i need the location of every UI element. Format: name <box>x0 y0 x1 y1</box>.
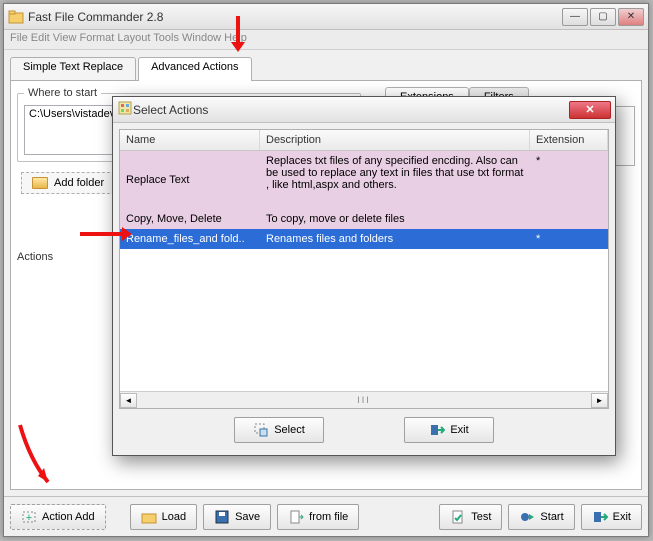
load-label: Load <box>162 511 186 523</box>
column-name[interactable]: Name <box>120 130 260 150</box>
scroll-left-button[interactable]: ◄ <box>120 393 137 408</box>
disk-icon <box>214 509 230 525</box>
cell-name: Rename_files_and fold.. <box>120 229 260 249</box>
listview-body: Replace Text Replaces txt files of any s… <box>120 151 608 391</box>
from-file-label: from file <box>309 511 348 523</box>
exit-icon <box>592 509 608 525</box>
cell-desc: Renames files and folders <box>260 229 530 249</box>
dialog-icon <box>117 100 133 119</box>
import-icon <box>288 509 304 525</box>
cell-ext <box>530 209 608 217</box>
cell-name: Replace Text <box>120 151 260 209</box>
titlebar: Fast File Commander 2.8 — ▢ ✕ <box>4 4 648 30</box>
minimize-button[interactable]: — <box>562 8 588 26</box>
column-description[interactable]: Description <box>260 130 530 150</box>
bottom-toolbar: + Action Add Load Save from file Test St… <box>4 496 648 536</box>
start-label: Start <box>540 511 563 523</box>
close-button[interactable]: ✕ <box>618 8 644 26</box>
select-label: Select <box>274 424 305 436</box>
cell-desc: To copy, move or delete files <box>260 209 530 229</box>
exit-label: Exit <box>613 511 631 523</box>
select-button[interactable]: Select <box>234 417 324 443</box>
action-add-button[interactable]: + Action Add <box>10 504 106 530</box>
folder-open-icon <box>141 509 157 525</box>
tab-advanced-actions[interactable]: Advanced Actions <box>138 57 251 81</box>
app-icon <box>8 9 24 25</box>
document-check-icon <box>450 509 466 525</box>
scroll-track[interactable]: III <box>137 395 591 405</box>
where-to-start-legend: Where to start <box>24 87 101 99</box>
window-controls: — ▢ ✕ <box>562 8 644 26</box>
gear-play-icon <box>519 509 535 525</box>
save-label: Save <box>235 511 260 523</box>
cell-desc: Replaces txt files of any specified encd… <box>260 151 530 195</box>
cell-name: Copy, Move, Delete <box>120 209 260 229</box>
cell-ext: * <box>530 229 608 249</box>
dialog-exit-button[interactable]: Exit <box>404 417 494 443</box>
actions-listview[interactable]: Name Description Extension Replace Text … <box>119 129 609 409</box>
list-row-selected[interactable]: Rename_files_and fold.. Renames files an… <box>120 229 608 249</box>
start-button[interactable]: Start <box>508 504 574 530</box>
load-button[interactable]: Load <box>130 504 197 530</box>
select-actions-dialog: Select Actions ✕ Name Description Extens… <box>112 96 616 456</box>
action-add-label: Action Add <box>42 511 95 523</box>
list-row[interactable]: Copy, Move, Delete To copy, move or dele… <box>120 209 608 229</box>
dialog-exit-label: Exit <box>450 424 468 436</box>
scroll-right-button[interactable]: ► <box>591 393 608 408</box>
exit-button[interactable]: Exit <box>581 504 642 530</box>
add-folder-label: Add folder <box>54 177 104 189</box>
exit-icon <box>429 422 445 438</box>
from-file-button[interactable]: from file <box>277 504 359 530</box>
save-button[interactable]: Save <box>203 504 271 530</box>
dialog-button-row: Select Exit <box>119 417 609 443</box>
menubar[interactable]: File Edit View Format Layout Tools Windo… <box>4 30 648 50</box>
horizontal-scrollbar[interactable]: ◄ III ► <box>120 391 608 408</box>
column-extension[interactable]: Extension <box>530 130 608 150</box>
list-row[interactable]: Replace Text Replaces txt files of any s… <box>120 151 608 209</box>
cell-ext: * <box>530 151 608 171</box>
main-tabs: Simple Text Replace Advanced Actions <box>10 56 642 80</box>
tab-simple-replace[interactable]: Simple Text Replace <box>10 57 136 81</box>
dialog-close-button[interactable]: ✕ <box>569 101 611 119</box>
window-title: Fast File Commander 2.8 <box>28 10 562 24</box>
dialog-title: Select Actions <box>133 103 569 117</box>
maximize-button[interactable]: ▢ <box>590 8 616 26</box>
folder-icon <box>32 177 48 189</box>
dialog-body: Name Description Extension Replace Text … <box>113 123 615 455</box>
test-button[interactable]: Test <box>439 504 502 530</box>
test-label: Test <box>471 511 491 523</box>
svg-text:+: + <box>26 512 32 524</box>
dialog-titlebar: Select Actions ✕ <box>113 97 615 123</box>
listview-header: Name Description Extension <box>120 130 608 151</box>
select-icon <box>253 422 269 438</box>
add-folder-button[interactable]: Add folder <box>21 172 115 194</box>
add-icon: + <box>21 509 37 525</box>
